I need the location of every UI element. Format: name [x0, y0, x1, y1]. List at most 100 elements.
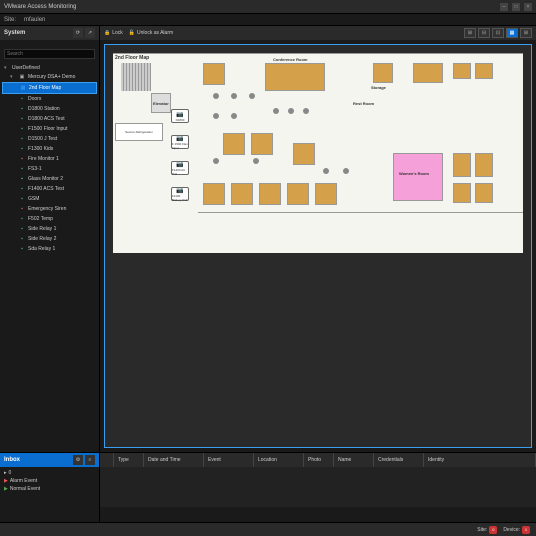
expand-icon[interactable]: ≡	[85, 455, 95, 465]
search-row	[0, 40, 99, 62]
view-btn-5[interactable]: ⊞	[520, 28, 532, 38]
tree-root[interactable]: ▾ UserDefined	[2, 64, 97, 72]
event-table: Type Date and Time Event Location Photo …	[100, 453, 536, 522]
sidebar: System ⟳ ↗ ▾ UserDefined ▾ ▣ Mercury DSA…	[0, 26, 100, 452]
office	[251, 133, 273, 155]
tree-server[interactable]: ▾ ▣ Mercury DSA+ Demo	[2, 72, 97, 82]
floorplan: 2nd Floor Map Elevator Secure Refrigerat…	[113, 53, 523, 253]
app-title: VMware Access Monitoring	[4, 4, 76, 10]
search-input[interactable]	[4, 49, 95, 59]
marker	[288, 108, 294, 114]
tree-item[interactable]: ▪Fire Monitor 1	[2, 154, 97, 164]
tree-item[interactable]: ▪F1400 ACS Test	[2, 184, 97, 194]
office	[203, 183, 225, 205]
unlock-button[interactable]: 🔓 Unlock as Alarm	[129, 30, 173, 36]
office	[475, 63, 493, 79]
device-badge: 1	[522, 526, 530, 534]
door-icon: ▪	[18, 225, 26, 233]
th-type[interactable]: Type	[114, 453, 144, 467]
tree-item[interactable]: ▪F1300 Kids	[2, 144, 97, 154]
tree-item[interactable]: ▪FS3-1	[2, 164, 97, 174]
office	[453, 183, 471, 203]
office	[315, 183, 337, 205]
menubar: Site: mfaulen	[0, 14, 536, 26]
tree-item[interactable]: ▪D1500 J Test	[2, 134, 97, 144]
filter-icon[interactable]: ⚙	[73, 455, 83, 465]
filter-alarm[interactable]: ▶ Alarm Event	[2, 477, 97, 485]
tree-item[interactable]: ▪Side Relay 1	[2, 224, 97, 234]
door-icon: ▪	[18, 215, 26, 223]
tree-item[interactable]: ▪Side Relay 2	[2, 234, 97, 244]
tree-item[interactable]: ▪D1800 ACS Test	[2, 114, 97, 124]
tree-item[interactable]: ▪Glass Monitor 2	[2, 174, 97, 184]
lock-icon: 🔒	[104, 30, 110, 36]
storage	[373, 63, 393, 83]
site-value: mfaulen	[24, 17, 45, 23]
th-datetime[interactable]: Date and Time	[144, 453, 204, 467]
titlebar: VMware Access Monitoring – □ ×	[0, 0, 536, 14]
lock-button[interactable]: 🔒 Lock	[104, 30, 123, 36]
office	[453, 63, 471, 79]
footer-device: Device: 1	[503, 526, 530, 534]
alarm-icon: ▶	[4, 478, 8, 484]
door-icon: ▪	[18, 115, 26, 123]
glass-icon: ▪	[18, 175, 26, 183]
marker	[213, 93, 219, 99]
marker	[323, 168, 329, 174]
minimize-button[interactable]: –	[500, 3, 508, 11]
marker	[343, 168, 349, 174]
th-identity[interactable]: Identity	[424, 453, 536, 467]
wall	[113, 53, 523, 54]
device-f1100[interactable]: F1100 Battery Pull	[171, 187, 189, 201]
view-btn-4[interactable]: ▦	[506, 28, 518, 38]
tree-item[interactable]: ▪Emergency Siren	[2, 204, 97, 214]
marker	[273, 108, 279, 114]
content-toolbar: 🔒 Lock 🔓 Unlock as Alarm ⊞ ⊟ ⊡ ▦ ⊞	[100, 26, 536, 40]
device-f1500[interactable]: F 1500 Flex Input	[171, 135, 189, 149]
app-window: VMware Access Monitoring – □ × Site: mfa…	[0, 0, 536, 536]
conference-room	[265, 63, 325, 91]
map-viewport[interactable]: 2nd Floor Map Elevator Secure Refrigerat…	[104, 44, 532, 448]
office	[453, 153, 471, 177]
tree-item-map[interactable]: ▦ 2nd Floor Map	[2, 82, 97, 94]
marker	[231, 113, 237, 119]
office	[259, 183, 281, 205]
filter-normal[interactable]: ▶ Normal Event	[2, 485, 97, 493]
view-btn-1[interactable]: ⊞	[464, 28, 476, 38]
unlock-icon: 🔓	[129, 30, 135, 36]
main-area: System ⟳ ↗ ▾ UserDefined ▾ ▣ Mercury DSA…	[0, 26, 536, 452]
tree-item[interactable]: ▪D1800 Station	[2, 104, 97, 114]
door-icon: ▪	[18, 145, 26, 153]
refresh-icon[interactable]: ⟳	[73, 28, 83, 38]
th-blank[interactable]	[100, 453, 114, 467]
office	[223, 133, 245, 155]
th-name[interactable]: Name	[334, 453, 374, 467]
view-btn-3[interactable]: ⊡	[492, 28, 504, 38]
office	[231, 183, 253, 205]
wall	[198, 212, 523, 213]
womens-room	[393, 153, 443, 201]
th-event[interactable]: Event	[204, 453, 254, 467]
office	[475, 153, 493, 177]
inbox-count[interactable]: ▸ 0	[2, 469, 97, 477]
door-icon: ▪	[18, 245, 26, 253]
door-icon: ▪	[18, 125, 26, 133]
inbox-panel: Inbox ⚙ ≡ ▸ 0 ▶ Alarm Event ▶ Normal Eve…	[0, 453, 100, 522]
device-d1800[interactable]: D1800	[171, 109, 189, 123]
close-button[interactable]: ×	[524, 3, 532, 11]
th-credentials[interactable]: Credentials	[374, 453, 424, 467]
tree-item[interactable]: ▪F1500 Floor Input	[2, 124, 97, 134]
export-icon[interactable]: ↗	[85, 28, 95, 38]
tree-item[interactable]: ▪Doors	[2, 94, 97, 104]
maximize-button[interactable]: □	[512, 3, 520, 11]
statusbar: Site: 0 Device: 1	[0, 522, 536, 536]
th-location[interactable]: Location	[254, 453, 304, 467]
device-f1200[interactable]: F1200 AU Pull	[171, 161, 189, 175]
th-photo[interactable]: Photo	[304, 453, 334, 467]
view-btn-2[interactable]: ⊟	[478, 28, 490, 38]
footer-site: Site: 0	[477, 526, 497, 534]
sidebar-header: System ⟳ ↗	[0, 26, 99, 40]
tree-item[interactable]: ▪F502 Temp	[2, 214, 97, 224]
tree-item[interactable]: ▪GSM	[2, 194, 97, 204]
tree-item[interactable]: ▪Sda Relay 1	[2, 244, 97, 254]
